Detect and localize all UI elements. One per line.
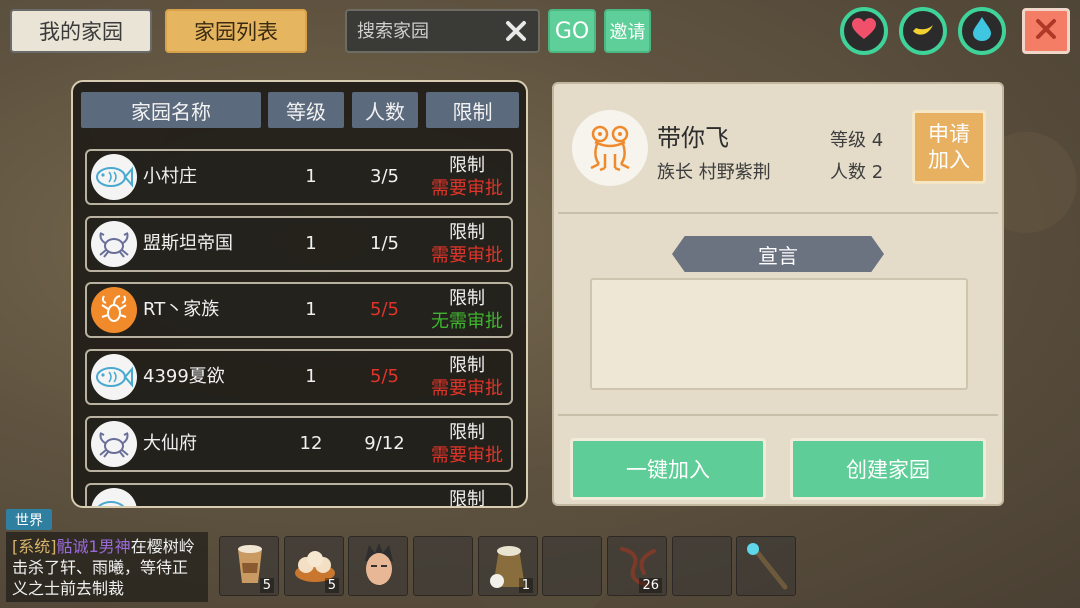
list-item[interactable]: 大仙府 12 9/12 限制 需要审批 xyxy=(85,416,513,472)
header-count: 人数 xyxy=(352,92,418,128)
header-limit: 限制 xyxy=(426,92,519,128)
divider xyxy=(558,212,998,214)
slot-quantity: 26 xyxy=(639,578,662,593)
home-level: 1 xyxy=(305,299,317,320)
crab-icon xyxy=(91,421,137,467)
chat-player-name[interactable]: 骷诚1男神 xyxy=(57,537,131,556)
invite-button[interactable]: 邀请 xyxy=(604,9,651,53)
chat-box[interactable]: [系统]骷诚1男神在樱树岭击杀了轩、雨曦，等待正义之士前去制裁 xyxy=(6,532,208,602)
close-button[interactable] xyxy=(1022,8,1070,54)
crab-icon xyxy=(91,221,137,267)
list-item[interactable]: 4399夏欲 1 5/5 限制 需要审批 xyxy=(85,349,513,405)
detail-leader: 族长 村野紫荆 xyxy=(657,162,771,183)
list-header: 家园名称 等级 人数 限制 xyxy=(81,92,519,128)
detail-level: 等级 4 xyxy=(830,130,884,151)
home-count: 1/5 xyxy=(370,233,399,254)
apply-label-line2: 加入 xyxy=(928,148,970,172)
home-level: 1 xyxy=(305,166,317,187)
approval-status: 需要审批 xyxy=(431,445,503,466)
fish-icon xyxy=(91,154,137,200)
clear-icon[interactable] xyxy=(504,19,528,43)
home-limit: 限制 需要审批 xyxy=(423,221,511,267)
scorpion-icon xyxy=(91,287,137,333)
limit-label: 限制 xyxy=(449,155,485,176)
list-item[interactable]: 盟斯坦帝国 1 1/5 限制 需要审批 xyxy=(85,216,513,272)
home-count: 3/5 xyxy=(370,166,399,187)
list-item[interactable]: 限制 xyxy=(85,483,513,508)
header-name: 家园名称 xyxy=(81,92,261,128)
slot-quantity: 1 xyxy=(518,578,533,593)
hotbar-slot[interactable]: 26 xyxy=(607,536,667,596)
character-head-icon xyxy=(359,541,399,597)
search-bar xyxy=(345,9,540,53)
chat-system-tag: [系统] xyxy=(12,537,57,556)
hotbar-slot[interactable] xyxy=(542,536,602,596)
frog-icon xyxy=(572,110,648,186)
tab-home-list[interactable]: 家园列表 xyxy=(165,9,307,53)
hotbar-slot[interactable] xyxy=(736,536,796,596)
staff-icon xyxy=(743,541,791,597)
hotbar-slot[interactable] xyxy=(348,536,408,596)
hotbar-slot[interactable] xyxy=(413,536,473,596)
home-count: 9/12 xyxy=(364,433,405,454)
home-level: 12 xyxy=(299,433,323,454)
quick-join-button[interactable]: 一键加入 xyxy=(570,438,766,500)
hotbar-slot[interactable]: 5 xyxy=(284,536,344,596)
water-drop-icon xyxy=(972,16,992,46)
hotbar-slot[interactable] xyxy=(672,536,732,596)
detail-home-name: 带你飞 xyxy=(657,124,729,152)
approval-status: 需要审批 xyxy=(431,378,503,399)
home-limit: 限制 需要审批 xyxy=(423,421,511,467)
home-name: 盟斯坦帝国 xyxy=(143,233,233,254)
apply-label-line1: 申请 xyxy=(928,122,970,146)
apply-join-button[interactable]: 申请 加入 xyxy=(912,110,986,184)
banana-icon xyxy=(910,17,936,45)
declaration-box xyxy=(590,278,968,390)
limit-label: 限制 xyxy=(449,422,485,443)
header-level: 等级 xyxy=(268,92,344,128)
hotbar-slot[interactable]: 5 xyxy=(219,536,279,596)
hotbar-slot[interactable]: 1 xyxy=(478,536,538,596)
fish-icon xyxy=(91,354,137,400)
list-item[interactable]: RT丶家族 1 5/5 限制 无需审批 xyxy=(85,282,513,338)
thirst-indicator[interactable] xyxy=(958,7,1006,55)
slot-quantity: 5 xyxy=(259,578,274,593)
limit-label: 限制 xyxy=(449,288,485,309)
fish-icon xyxy=(91,488,137,506)
home-name: 大仙府 xyxy=(143,433,197,454)
home-limit: 限制 需要审批 xyxy=(423,154,511,200)
home-name: RT丶家族 xyxy=(143,299,220,320)
close-icon xyxy=(1035,18,1057,44)
approval-status: 需要审批 xyxy=(431,245,503,266)
home-detail-panel: 带你飞 族长 村野紫荆 等级 4 人数 2 申请 加入 宣言 一键加入 创建家园 xyxy=(552,82,1004,506)
home-level: 1 xyxy=(305,233,317,254)
home-limit: 限制 xyxy=(423,488,511,508)
home-list-panel: 家园名称 等级 人数 限制 小村庄 1 3/5 限制 需要审批 盟斯坦帝国 1 … xyxy=(71,80,528,508)
search-input[interactable] xyxy=(357,20,497,42)
detail-count: 人数 2 xyxy=(830,162,884,183)
heart-icon xyxy=(851,17,877,45)
declaration-title: 宣言 xyxy=(672,236,884,272)
home-count: 5/5 xyxy=(370,366,399,387)
list-item[interactable]: 小村庄 1 3/5 限制 需要审批 xyxy=(85,149,513,205)
limit-label: 限制 xyxy=(449,355,485,376)
home-limit: 限制 需要审批 xyxy=(423,354,511,400)
approval-status: 无需审批 xyxy=(431,311,503,332)
hunger-indicator[interactable] xyxy=(899,7,947,55)
home-limit: 限制 无需审批 xyxy=(423,287,511,333)
home-count: 5/5 xyxy=(370,299,399,320)
create-home-button[interactable]: 创建家园 xyxy=(790,438,986,500)
slot-quantity: 5 xyxy=(324,578,339,593)
chat-channel-tag[interactable]: 世界 xyxy=(6,509,52,530)
limit-label: 限制 xyxy=(449,489,485,508)
home-name: 4399夏欲 xyxy=(143,366,225,387)
divider xyxy=(558,414,998,416)
go-button[interactable]: GO xyxy=(548,9,596,53)
home-level: 1 xyxy=(305,366,317,387)
tab-my-home[interactable]: 我的家园 xyxy=(10,9,152,53)
limit-label: 限制 xyxy=(449,222,485,243)
home-name: 小村庄 xyxy=(143,166,197,187)
health-indicator[interactable] xyxy=(840,7,888,55)
approval-status: 需要审批 xyxy=(431,178,503,199)
